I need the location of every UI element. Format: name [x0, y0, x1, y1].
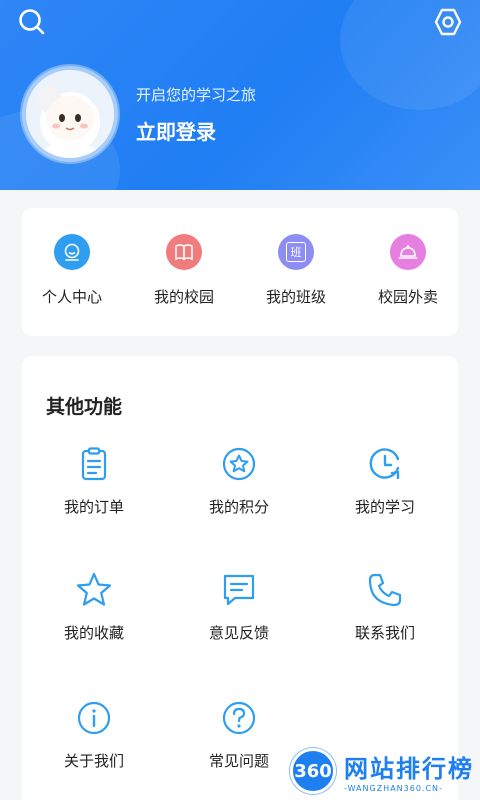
quick-item-label: 我的班级 — [265, 288, 326, 306]
func-contact-us[interactable]: 联系我们 — [320, 570, 450, 643]
func-label: 联系我们 — [354, 624, 415, 642]
watermark-badge: 360 — [290, 748, 336, 794]
avatar[interactable] — [22, 66, 118, 162]
settings-icon — [434, 8, 462, 36]
quick-item-label: 校园外卖 — [377, 288, 438, 306]
message-icon — [219, 570, 259, 610]
func-label: 我的订单 — [63, 498, 124, 516]
func-label: 我的学习 — [354, 498, 415, 516]
quick-item-label: 个人中心 — [41, 288, 102, 306]
func-my-favorites[interactable]: 我的收藏 — [29, 570, 159, 643]
class-badge-icon: 班 — [278, 234, 314, 270]
func-faq[interactable]: 常见问题 — [174, 698, 304, 771]
info-icon — [74, 698, 114, 738]
quick-item-my-class[interactable]: 班 我的班级 — [246, 234, 346, 307]
func-label: 关于我们 — [63, 752, 124, 770]
func-label: 常见问题 — [208, 752, 269, 770]
profile-header: 开启您的学习之旅 立即登录 — [0, 0, 480, 190]
food-cloche-icon — [390, 234, 426, 270]
func-label: 我的积分 — [208, 498, 269, 516]
other-functions-card: 其他功能 我的订单 我的积分 我的学习 我的收藏 意见反馈 联系我们 关于我们 … — [22, 356, 458, 800]
quick-item-my-campus[interactable]: 我的校园 — [134, 234, 234, 307]
section-title: 其他功能 — [46, 396, 123, 418]
func-label: 意见反馈 — [208, 624, 269, 642]
star-circle-icon — [219, 444, 259, 484]
phone-icon — [365, 570, 405, 610]
login-button[interactable]: 立即登录 — [136, 116, 216, 145]
quick-item-campus-delivery[interactable]: 校园外卖 — [358, 234, 458, 307]
func-about-us[interactable]: 关于我们 — [29, 698, 159, 771]
func-my-study[interactable]: 我的学习 — [320, 444, 450, 517]
cartoon-avatar-icon — [26, 70, 114, 158]
watermark-sub-text: -WANGZHAN360.CN- — [344, 784, 443, 793]
quick-item-label: 我的校园 — [153, 288, 214, 306]
clock-icon — [365, 444, 405, 484]
func-my-points[interactable]: 我的积分 — [174, 444, 304, 517]
func-feedback[interactable]: 意见反馈 — [174, 570, 304, 643]
search-button[interactable] — [14, 4, 50, 40]
quick-item-personal-center[interactable]: 个人中心 — [22, 234, 122, 307]
quick-menu-card: 个人中心 我的校园 班 我的班级 校园外卖 — [22, 208, 458, 336]
site-watermark: 360 网站排行榜 -WANGZHAN360.CN- — [290, 748, 474, 794]
settings-button[interactable] — [430, 4, 466, 40]
greeting-text: 开启您的学习之旅 — [136, 86, 257, 104]
book-icon — [166, 234, 202, 270]
star-icon — [74, 570, 114, 610]
func-label: 我的收藏 — [63, 624, 124, 642]
question-icon — [219, 698, 259, 738]
search-icon — [19, 9, 45, 35]
clipboard-icon — [74, 444, 114, 484]
user-smile-icon — [54, 234, 90, 270]
func-my-orders[interactable]: 我的订单 — [29, 444, 159, 517]
watermark-main-text: 网站排行榜 — [344, 755, 474, 783]
class-badge-text: 班 — [286, 242, 306, 262]
